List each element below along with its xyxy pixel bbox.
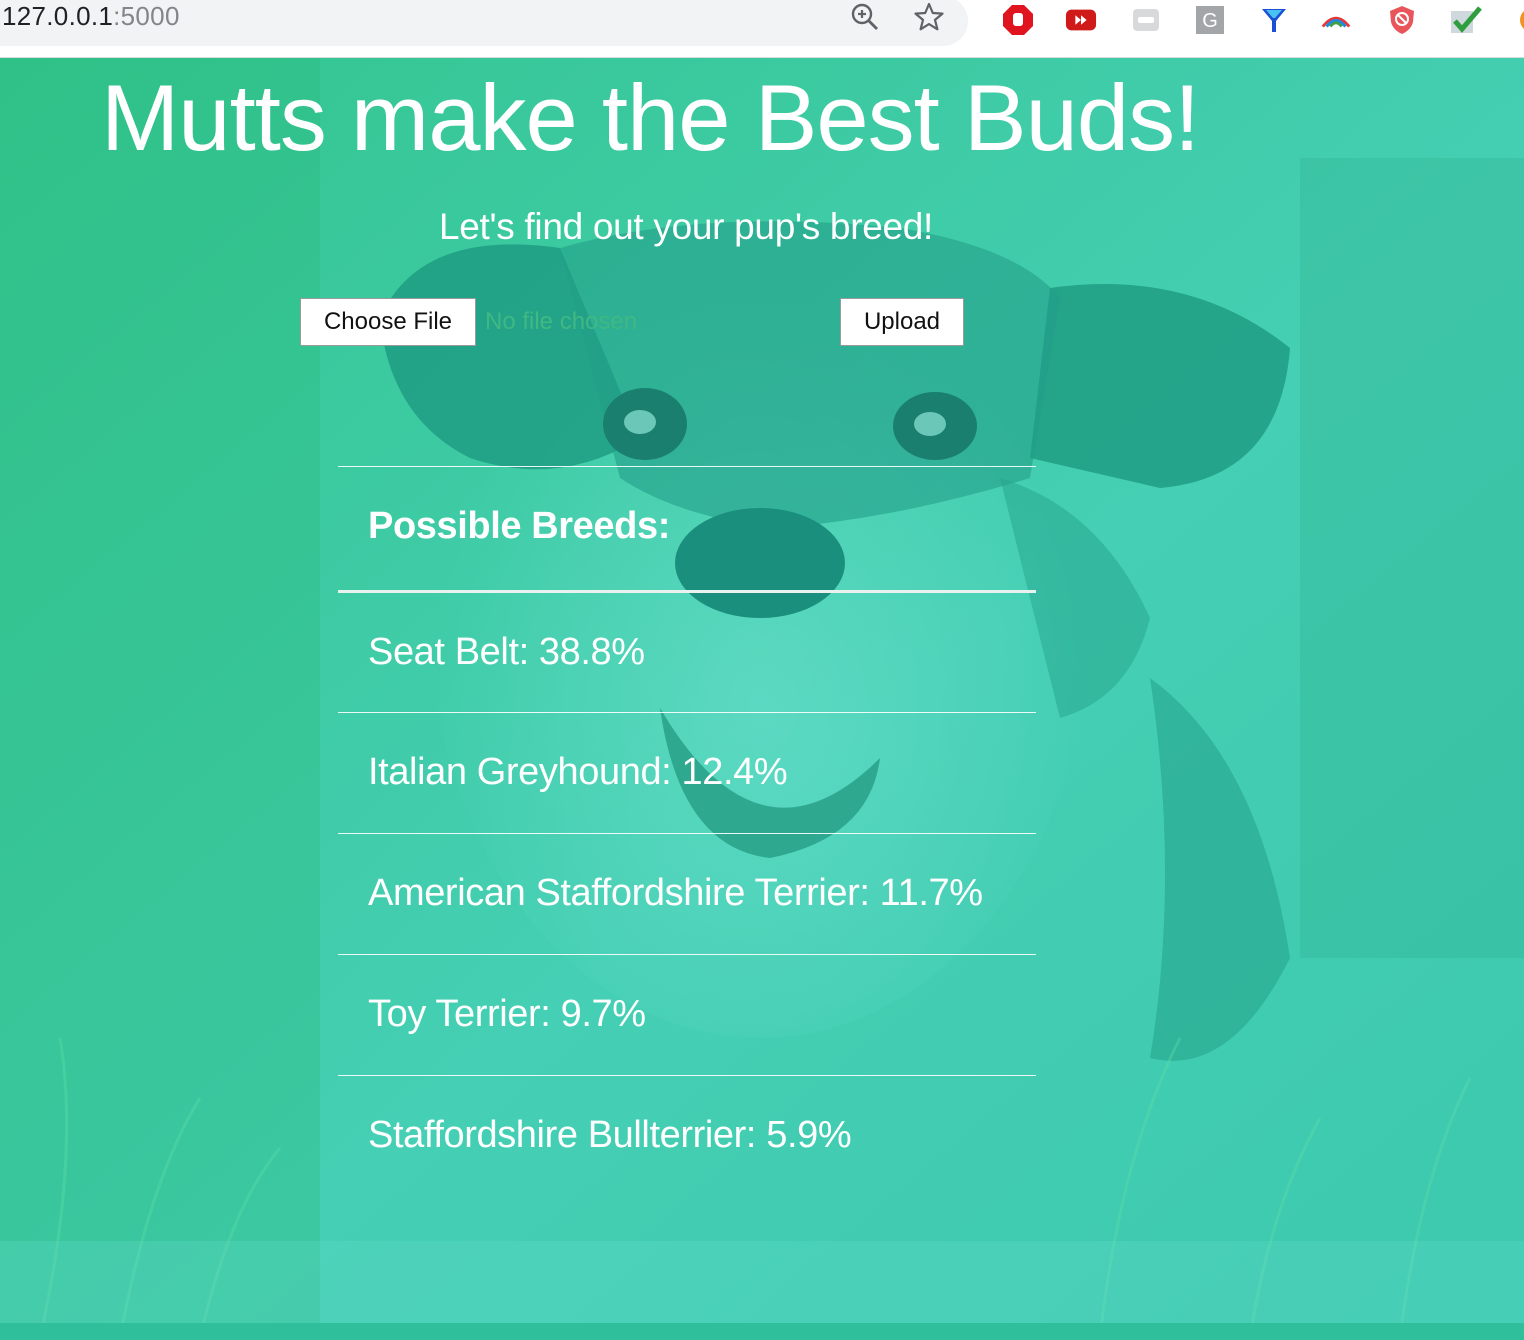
grammarly-icon[interactable]: G: [1194, 4, 1226, 36]
table-row: Staffordshire Bullterrier: 5.9%: [338, 1075, 1036, 1196]
footer-band: [0, 1241, 1524, 1323]
breed-result: Toy Terrier: 9.7%: [368, 993, 646, 1035]
generic-ext-icon[interactable]: [1130, 4, 1162, 36]
file-status-text: No file chosen: [485, 308, 638, 335]
zoom-icon[interactable]: [848, 0, 882, 34]
table-row: Seat Belt: 38.8%: [338, 590, 1036, 712]
page-title: Mutts make the Best Buds!: [101, 65, 1200, 170]
table-row: American Staffordshire Terrier: 11.7%: [338, 833, 1036, 954]
upload-button[interactable]: Upload: [840, 298, 964, 346]
orange-ext-icon[interactable]: [1508, 4, 1524, 36]
rainbow-ext-icon[interactable]: [1320, 4, 1352, 36]
funnel-ext-icon[interactable]: [1258, 4, 1290, 36]
video-ext-icon[interactable]: [1065, 4, 1097, 36]
choose-file-button[interactable]: Choose File: [300, 298, 476, 346]
page-content: Mutts make the Best Buds! Let's find out…: [0, 58, 1524, 1340]
breed-result: American Staffordshire Terrier: 11.7%: [368, 872, 983, 914]
shield-ext-icon[interactable]: [1386, 4, 1418, 36]
page-subtitle: Let's find out your pup's breed!: [438, 206, 934, 247]
table-row: Toy Terrier: 9.7%: [338, 954, 1036, 1075]
url-text[interactable]: 127.0.0.1:5000: [2, 1, 180, 32]
footer-strip: [0, 1323, 1524, 1340]
svg-text:G: G: [1202, 10, 1218, 32]
breed-result: Italian Greyhound: 12.4%: [368, 751, 788, 793]
results-header: Possible Breeds:: [368, 505, 670, 547]
breed-result: Seat Belt: 38.8%: [368, 631, 645, 673]
adblock-icon[interactable]: [1002, 4, 1034, 36]
results-table: Possible Breeds: Seat Belt: 38.8% Italia…: [338, 466, 1036, 1196]
checkmark-ext-icon[interactable]: [1450, 4, 1482, 36]
table-row: Italian Greyhound: 12.4%: [338, 712, 1036, 833]
browser-toolbar: ) 127.0.0.1:5000 G: [0, 0, 1524, 58]
results-header-row: Possible Breeds:: [338, 466, 1036, 590]
breed-result: Staffordshire Bullterrier: 5.9%: [368, 1114, 852, 1156]
address-bar[interactable]: ) 127.0.0.1:5000: [0, 0, 968, 46]
bookmark-star-icon[interactable]: [912, 0, 946, 34]
